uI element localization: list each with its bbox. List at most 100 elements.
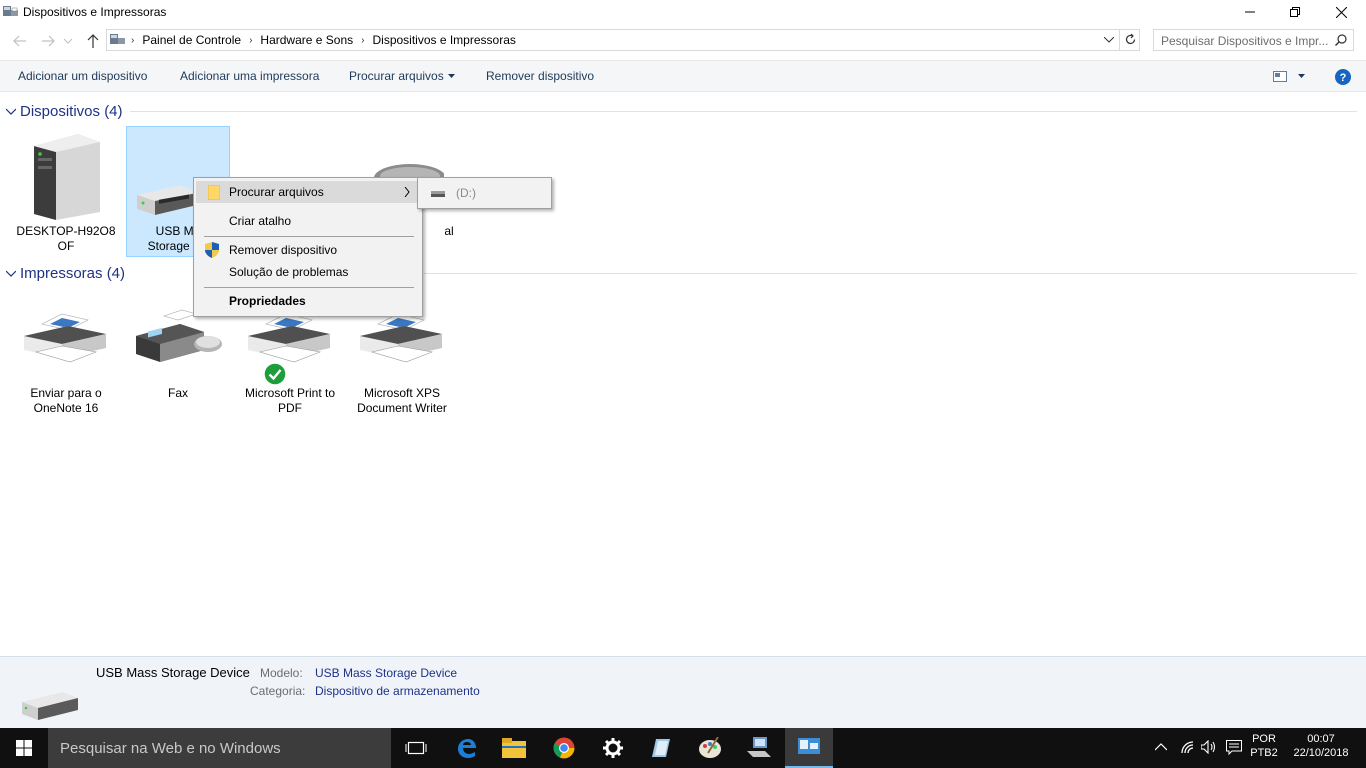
taskbar: Pesquisar na Web e no Windows POR PTB2 0… — [0, 728, 1366, 768]
add-printer-button[interactable]: Adicionar uma impressora — [180, 69, 319, 83]
device-desktop[interactable]: DESKTOP-H92O8 OF — [14, 128, 118, 256]
submenu-item-drive-d[interactable]: (D:) — [420, 182, 549, 204]
menu-item-remove-device[interactable]: Remover dispositivo — [196, 239, 420, 261]
minimize-button[interactable] — [1227, 0, 1273, 24]
taskbar-app-paint[interactable] — [686, 728, 734, 768]
context-menu: Procurar arquivos Criar atalho Remover d… — [193, 177, 423, 317]
remove-device-button[interactable]: Remover dispositivo — [486, 69, 594, 83]
printer-icon — [360, 313, 442, 363]
title-bar: Dispositivos e Impressoras — [0, 0, 1366, 25]
command-bar: Adicionar um dispositivo Adicionar uma i… — [0, 60, 1366, 92]
close-button[interactable] — [1318, 0, 1364, 24]
menu-item-create-shortcut[interactable]: Criar atalho — [196, 210, 420, 232]
device-label-line2: PDF — [278, 401, 302, 415]
menu-item-properties[interactable]: Propriedades — [196, 290, 420, 312]
taskbar-app-network[interactable] — [735, 728, 783, 768]
devices-printers-icon — [798, 738, 820, 754]
details-category-label: Categoria: — [250, 684, 306, 698]
input-language-line2: PTB2 — [1250, 747, 1278, 759]
add-device-button[interactable]: Adicionar um dispositivo — [18, 69, 147, 83]
device-label-line1: Microsoft XPS — [363, 386, 441, 400]
taskbar-app-file-explorer[interactable] — [490, 728, 538, 768]
printer-icon — [24, 313, 106, 363]
chrome-icon — [553, 737, 575, 759]
breadcrumb: › Painel de Controle › Hardware e Sons ›… — [129, 30, 522, 50]
taskbar-app-notepad[interactable] — [637, 728, 685, 768]
chevron-right-icon: › — [361, 34, 365, 46]
taskbar-app-settings[interactable] — [589, 728, 637, 768]
details-model-value: USB Mass Storage Device — [315, 666, 458, 680]
uac-shield-icon — [205, 242, 219, 258]
submenu-item-label: (D:) — [456, 186, 476, 200]
browse-files-submenu: (D:) — [417, 177, 552, 209]
menu-item-browse-files[interactable]: Procurar arquivos — [196, 181, 420, 203]
submenu-arrow-icon — [404, 187, 410, 197]
search-input[interactable]: Pesquisar Dispositivos e Impr... — [1153, 29, 1354, 51]
change-view-icon[interactable] — [1273, 71, 1287, 82]
devices-group-header[interactable]: Dispositivos (4) — [6, 102, 123, 120]
taskbar-app-edge[interactable] — [442, 728, 490, 768]
up-arrow-icon — [87, 34, 99, 48]
action-center-icon[interactable] — [1226, 740, 1242, 755]
chevron-down-icon — [64, 38, 72, 44]
browse-files-button[interactable]: Procurar arquivos — [349, 69, 444, 83]
device-label-line1: Microsoft Print to — [244, 386, 336, 400]
menu-separator — [204, 287, 414, 288]
collapse-chevron-icon — [6, 108, 16, 115]
menu-item-label: Remover dispositivo — [229, 243, 338, 257]
windows-logo-icon — [16, 740, 32, 756]
menu-separator — [204, 236, 414, 237]
up-button[interactable] — [83, 31, 103, 51]
group-divider — [130, 111, 1357, 112]
breadcrumb-control-panel[interactable]: Painel de Controle — [136, 33, 247, 47]
back-button[interactable] — [10, 31, 30, 51]
breadcrumb-hardware-sound[interactable]: Hardware e Sons — [254, 33, 359, 47]
refresh-icon[interactable] — [1124, 33, 1137, 46]
address-bar[interactable]: › Painel de Controle › Hardware e Sons ›… — [106, 29, 1140, 51]
input-language[interactable]: POR PTB2 — [1248, 733, 1280, 759]
search-icon — [1335, 34, 1347, 46]
group-divider — [424, 273, 1357, 274]
start-button[interactable] — [0, 728, 48, 768]
clock[interactable]: 00:07 22/10/2018 — [1288, 733, 1354, 759]
device-label-line2: OneNote 16 — [33, 401, 99, 415]
details-device-name: USB Mass Storage Device — [96, 665, 250, 680]
task-view-button[interactable] — [392, 728, 440, 768]
device-label-line2: Document Writer — [357, 401, 447, 415]
device-label: DESKTOP-H92O8 OF — [14, 224, 118, 254]
clock-time: 00:07 — [1307, 733, 1335, 745]
view-options-chevron-icon[interactable] — [1298, 74, 1305, 79]
back-arrow-icon — [13, 35, 26, 47]
fax-icon — [136, 309, 222, 362]
taskbar-app-devices-printers[interactable] — [785, 728, 833, 768]
help-icon[interactable]: ? — [1335, 69, 1351, 85]
task-view-icon — [405, 741, 427, 755]
recent-locations-button[interactable] — [62, 31, 74, 51]
close-icon — [1335, 6, 1347, 18]
usb-drive-icon — [137, 185, 197, 215]
window-title: Dispositivos e Impressoras — [23, 5, 167, 19]
taskbar-search-box[interactable]: Pesquisar na Web e no Windows — [48, 728, 391, 768]
restore-button[interactable] — [1272, 0, 1318, 24]
printers-group-header[interactable]: Impressoras (4) — [6, 264, 125, 282]
control-panel-icon — [110, 34, 125, 44]
wifi-icon[interactable] — [1180, 740, 1196, 754]
printers-group-title: Impressoras (4) — [20, 264, 126, 282]
menu-item-troubleshoot[interactable]: Solução de problemas — [196, 261, 420, 283]
device-label: Enviar para o OneNote 16 — [14, 386, 118, 416]
browse-files-dropdown-icon[interactable] — [448, 74, 455, 79]
printer-onenote[interactable]: Enviar para o OneNote 16 — [14, 296, 118, 416]
volume-icon[interactable] — [1201, 740, 1217, 754]
taskbar-app-chrome[interactable] — [540, 728, 588, 768]
device-label: Microsoft XPS Document Writer — [350, 386, 454, 416]
restore-icon — [1290, 7, 1300, 17]
tray-chevron-up-icon[interactable] — [1155, 743, 1167, 751]
chevron-right-icon: › — [131, 34, 135, 46]
svg-text:?: ? — [1340, 72, 1347, 84]
menu-item-label: Solução de problemas — [229, 265, 349, 279]
breadcrumb-devices-printers[interactable]: Dispositivos e Impressoras — [366, 33, 521, 47]
address-history-chevron-icon[interactable] — [1104, 37, 1114, 43]
forward-button[interactable] — [38, 31, 58, 51]
usb-drive-icon — [22, 692, 78, 720]
search-placeholder: Pesquisar Dispositivos e Impr... — [1161, 34, 1329, 48]
